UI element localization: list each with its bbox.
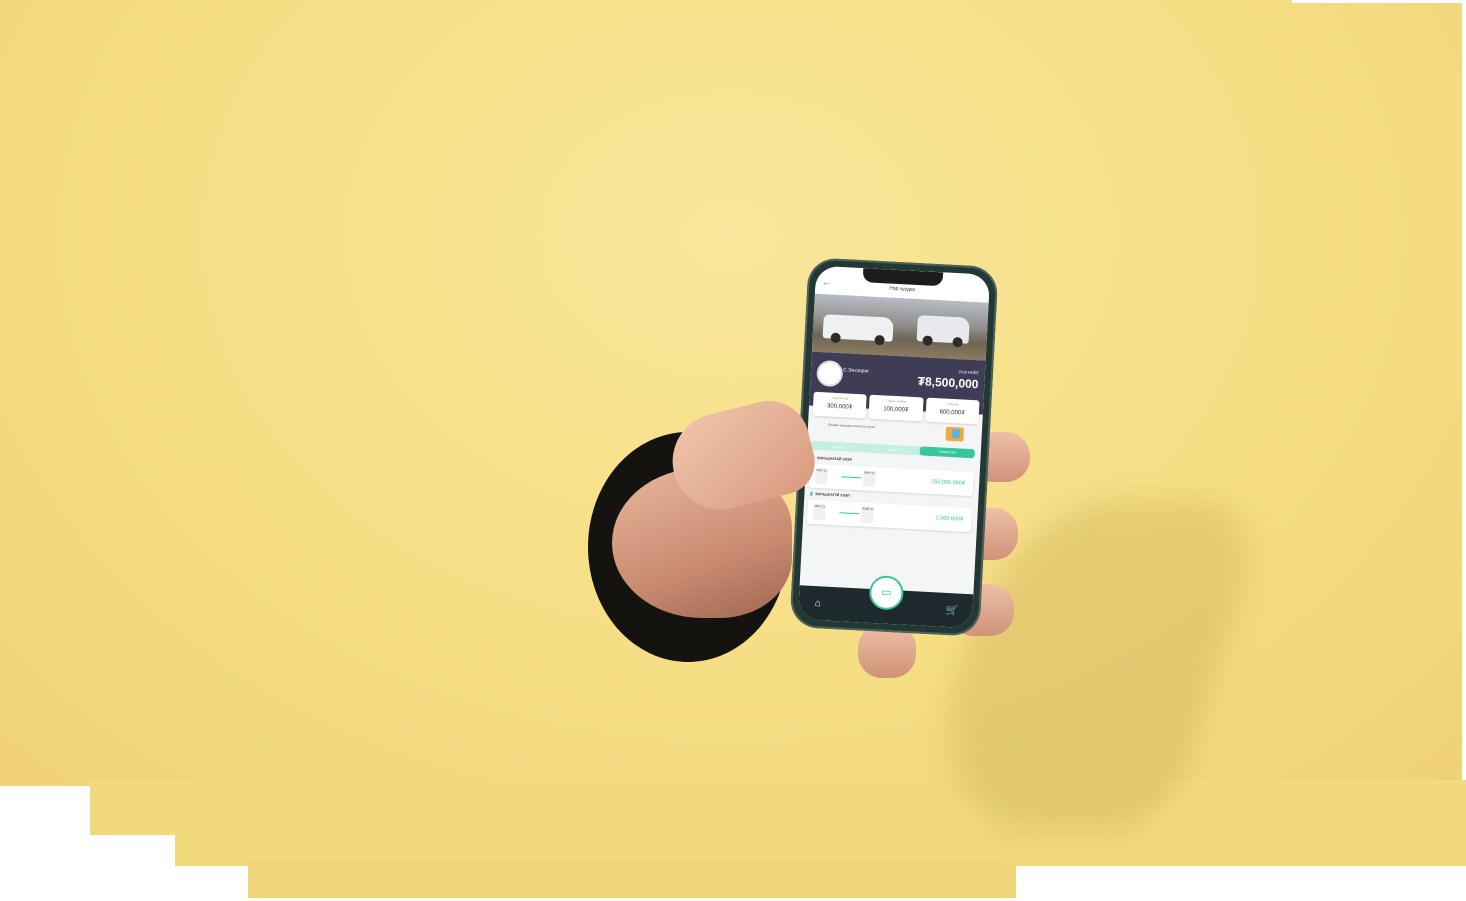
photo-scene: ← Нэр хуудас С.Энхзориг ҮНЭ НИЙТ ₮8,500,… — [0, 0, 1466, 901]
background-gap — [1292, 0, 1466, 3]
tab-completed[interactable]: Хуваарь дуу — [919, 446, 976, 459]
user-name: С.Энхзориг — [842, 367, 870, 375]
white-suv-left — [822, 314, 894, 346]
tab-bar: Хуваарь Төлөлт Хуваарь дуу — [810, 440, 976, 459]
loan-row[interactable]: MAY 21 MAY 21 150,000,000₮ — [808, 463, 974, 497]
wall-strip-1 — [90, 780, 1466, 835]
from-date: MAY 21 — [813, 503, 826, 521]
section-title: БАРЬЦААГҮЙ ЗЭЭЛ — [810, 491, 850, 498]
hero-image — [811, 293, 989, 361]
to-date: JUNE 21 — [861, 506, 874, 524]
to-date: MAY 21 — [862, 470, 876, 488]
arrow-icon — [839, 512, 860, 515]
info-note: Онлайн худалдан авалтын хуулга — [827, 422, 876, 429]
yellow-wall — [0, 0, 1462, 786]
wallet-icon[interactable]: ▭ — [868, 574, 905, 611]
document-illustration — [951, 429, 961, 439]
tab-schedule[interactable]: Хуваарь — [811, 443, 866, 450]
loan-amount: 150,000,000₮ — [931, 479, 966, 487]
phone-screen: ← Нэр хуудас С.Энхзориг ҮНЭ НИЙТ ₮8,500,… — [797, 265, 991, 629]
arrow-icon — [841, 476, 862, 479]
summary-card: Сарын төлбөр 100,000₮ — [868, 394, 924, 422]
avatar — [816, 359, 844, 388]
price-amount: ₮8,500,000 — [917, 374, 979, 392]
summary-card: Үлдэгдэл 600,000₮ — [925, 397, 980, 425]
white-suv-right — [916, 315, 970, 348]
summary-card: Урьдчилгаа 300,000₮ — [812, 391, 868, 419]
from-date: MAY 21 — [814, 467, 828, 485]
tab-payment[interactable]: Төлөлт — [865, 446, 920, 453]
loan-row[interactable]: MAY 21 JUNE 21 1,500,000₮ — [806, 499, 972, 533]
wall-strip-3 — [248, 860, 1016, 898]
smartphone: ← Нэр хуудас С.Энхзориг ҮНЭ НИЙТ ₮8,500,… — [789, 257, 999, 637]
home-icon[interactable]: ⌂ — [814, 598, 821, 609]
price-label: ҮНЭ НИЙТ — [958, 369, 980, 376]
cart-icon[interactable]: 🛒 — [946, 605, 959, 617]
loan-amount: 1,500,000₮ — [935, 515, 964, 523]
section-title: БАРЬЦААТАЙ ЗЭЭЛ — [812, 455, 853, 462]
bottom-nav: ⌂ ▭ 🛒 — [797, 574, 974, 629]
